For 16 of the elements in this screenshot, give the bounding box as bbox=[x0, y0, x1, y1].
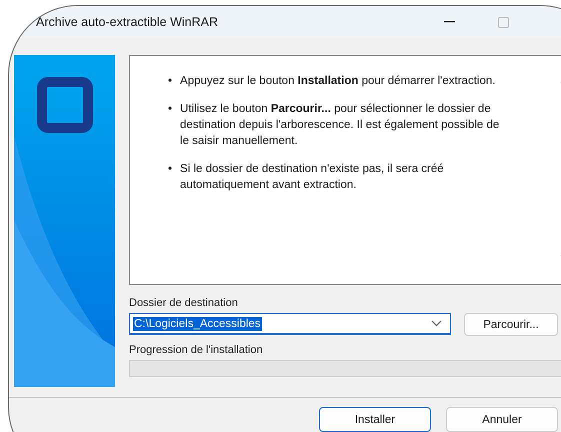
bullet-text: • bbox=[168, 102, 172, 117]
destination-combobox[interactable]: C:\Logiciels_Accessibles bbox=[129, 313, 451, 335]
progress-label: Progression de l'installation bbox=[129, 343, 263, 357]
window-title: Archive auto-extractible WinRAR bbox=[36, 15, 220, 29]
dropdown-caret-icon[interactable] bbox=[431, 320, 442, 327]
instruction-text: Utilisez le bouton Parcourir... pour sélectionner le dossier de destination depuis l'arborescence. Il est également possible de le saisir manuellement. bbox=[180, 102, 500, 149]
bullet-text: • bbox=[168, 162, 172, 177]
minimize-icon[interactable] bbox=[444, 21, 455, 23]
bullet-text: • bbox=[168, 74, 172, 89]
install-button[interactable]: Installer bbox=[319, 407, 431, 432]
instruction-text: Appuyez sur le bouton Installation pour démarrer l'extraction. bbox=[180, 74, 496, 89]
destination-value: C:\Logiciels_Accessibles bbox=[133, 316, 262, 330]
cancel-button[interactable]: Annuler bbox=[446, 407, 558, 432]
destination-label: Dossier de destination bbox=[129, 296, 238, 310]
browse-button[interactable]: Parcourir... bbox=[464, 313, 558, 336]
instruction-text: Si le dossier de destination n'existe pas, il sera créé automatiquement avant extraction. bbox=[180, 162, 445, 193]
